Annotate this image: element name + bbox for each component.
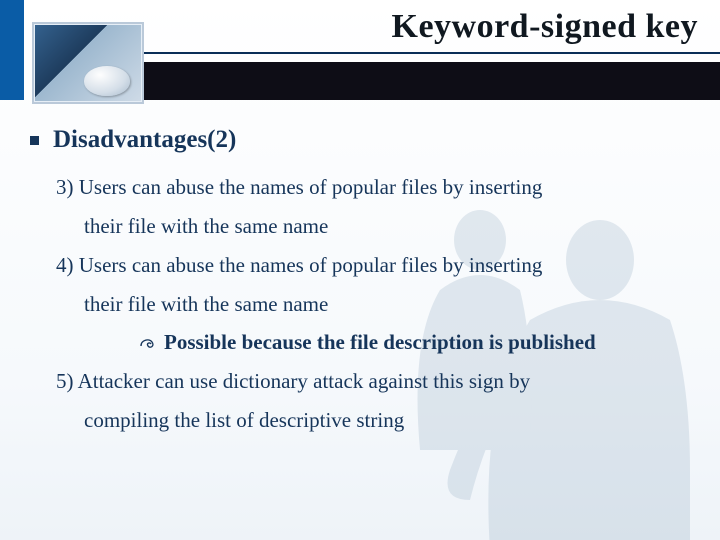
square-bullet-icon [30, 136, 39, 145]
slide-title: Keyword-signed key [392, 8, 699, 46]
subitem-text: Possible because the file description is… [164, 330, 596, 354]
item-lead: 3) Users can abuse the names of popular … [56, 175, 542, 199]
content: Disadvantages(2) 3) Users can abuse the … [30, 126, 690, 440]
list-item: 3) Users can abuse the names of popular … [30, 168, 690, 246]
list-item: 5) Attacker can use dictionary attack ag… [30, 362, 690, 440]
item-continuation: their file with the same name [58, 207, 690, 246]
item-lead: 4) Users can abuse the names of popular … [56, 253, 542, 277]
item-lead: 5) Attacker can use dictionary attack ag… [56, 369, 530, 393]
header: Keyword-signed key [0, 0, 720, 105]
item-continuation: their file with the same name [58, 285, 690, 324]
header-rule [142, 52, 720, 54]
swirl-bullet-icon [140, 335, 158, 355]
header-accent-block [0, 0, 24, 100]
item-continuation: compiling the list of descriptive string [58, 401, 690, 440]
sub-list-item: Possible because the file description is… [30, 323, 690, 362]
header-dark-bar [142, 62, 720, 100]
header-thumbnail [32, 22, 144, 104]
list-item: 4) Users can abuse the names of popular … [30, 246, 690, 324]
slide: Keyword-signed key Disadvantages(2) 3) U… [0, 0, 720, 540]
heading-text: Disadvantages(2) [53, 126, 236, 154]
section-heading: Disadvantages(2) [30, 126, 690, 154]
